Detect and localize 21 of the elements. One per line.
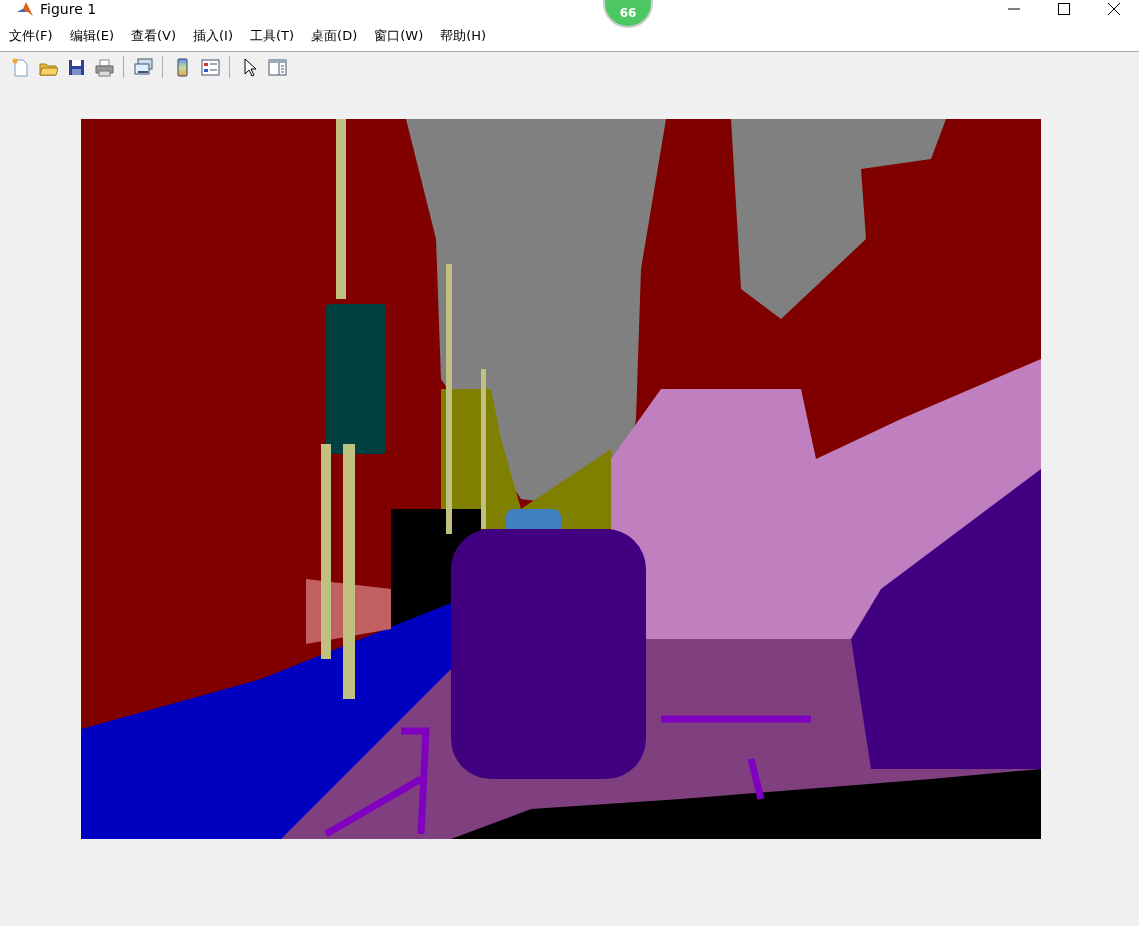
menu-item[interactable]: 工具(T) — [250, 27, 295, 45]
menu-item[interactable]: 查看(V) — [131, 27, 177, 45]
linked-windows-icon — [133, 57, 153, 77]
maximize-icon — [1058, 3, 1070, 15]
save-icon — [66, 57, 86, 77]
new-file-icon — [10, 57, 30, 77]
legend-icon — [200, 57, 220, 77]
printer-icon — [94, 57, 114, 77]
menu-item[interactable]: 编辑(E) — [69, 27, 114, 45]
window-title: Figure 1 — [40, 1, 97, 17]
matlab-logo-icon — [16, 1, 34, 17]
toolbar-button[interactable] — [199, 56, 221, 78]
toolbar-button[interactable] — [132, 56, 154, 78]
menu-item[interactable]: 插入(I) — [193, 27, 233, 45]
menu-item[interactable]: 文件(F) — [9, 27, 53, 45]
minimize-icon — [1008, 8, 1020, 10]
menu-item[interactable]: 窗口(W) — [374, 27, 424, 45]
menu-item[interactable]: 帮助(H) — [440, 27, 487, 45]
menu-item[interactable]: 桌面(D) — [311, 27, 358, 45]
panel-icon — [267, 57, 287, 77]
close-icon — [1107, 2, 1121, 16]
